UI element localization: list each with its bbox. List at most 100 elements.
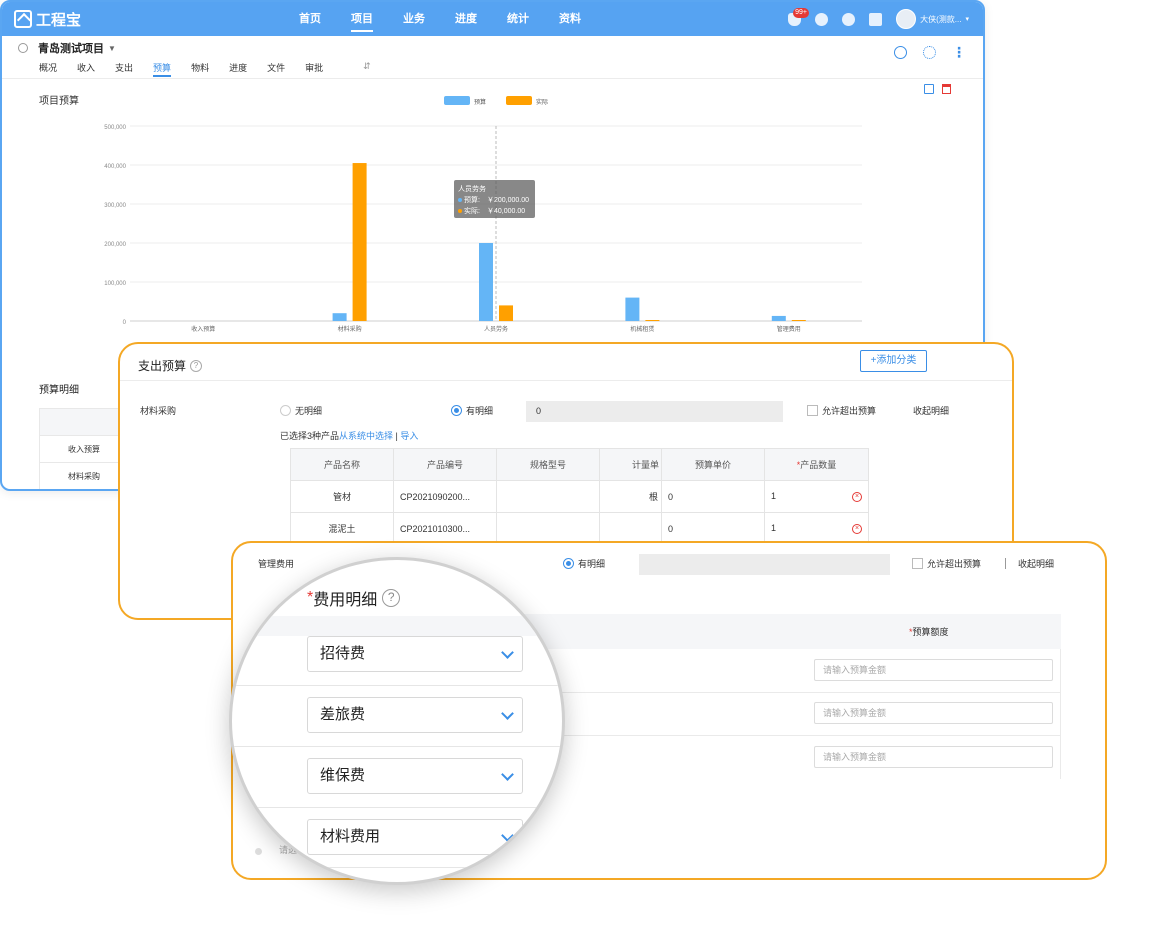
help-icon[interactable] [869,12,883,26]
col-product-name: 产品名称 [290,448,394,481]
bar-actual-3 [645,320,660,321]
cell-name: 混泥土 [290,512,394,545]
x-tick-label: 材料采购 [338,325,362,333]
question-icon[interactable]: ? [190,359,203,372]
chevron-down-icon[interactable]: ▼ [108,44,116,53]
nav-business[interactable]: 业务 [403,2,425,36]
tab-divider [2,78,983,79]
tab-overview[interactable]: 概况 [39,61,57,77]
chat-icon[interactable] [842,12,856,26]
allow-exceed-checkbox[interactable]: 允许超出预算 [912,557,981,570]
chevron-down-icon [501,829,514,842]
avatar [896,9,917,29]
legend-label: 预算 [474,98,486,106]
chevron-down-icon [501,768,514,781]
legend-swatch [506,96,532,105]
tooltip-label: 预算: [464,195,480,204]
bar-budget-4 [771,315,786,321]
chevron-down-icon: ▾ [965,16,969,23]
add-category-button[interactable]: +添加分类 [860,350,927,372]
cell-qty[interactable]: 1 × [764,480,869,513]
remove-icon[interactable]: × [852,524,862,534]
table-header [40,409,128,436]
separator: | [395,431,398,441]
table-border [1060,649,1061,779]
has-detail-label: 有明细 [466,406,494,416]
settings-icon[interactable] [923,46,936,59]
cell-price[interactable]: 0 [661,480,765,513]
tab-income[interactable]: 收入 [77,61,95,77]
y-tick-label: 100,000 [104,281,126,287]
nav-statistics[interactable]: 统计 [507,2,529,36]
nav-home[interactable]: 首页 [299,2,321,36]
nav-documents[interactable]: 资料 [559,2,581,36]
tooltip-label: 实际: [464,206,480,215]
user-menu[interactable]: 大侠(测款... ▾ [896,9,969,29]
nav-progress[interactable]: 进度 [455,2,477,36]
x-tick-label: 人员劳务 [484,325,508,333]
tooltip-title: 人员劳务 [458,184,486,193]
select-from-system-link[interactable]: 从系统中选择 [339,431,393,441]
has-detail-radio[interactable]: 有明细 [563,557,605,570]
cell-price[interactable]: 0 [661,512,765,545]
has-detail-radio[interactable]: 有明细 [451,404,493,417]
allow-exceed-label: 允许超出预算 [822,406,877,416]
fee-table-header [523,614,1061,649]
bell-icon[interactable]: 99+ [788,7,810,26]
budget-amount-input[interactable]: 请输入预算金额 [814,702,1053,724]
gear-icon[interactable] [815,12,829,26]
tooltip-dot [458,198,462,202]
project-title[interactable]: 青岛测试项目 [38,40,104,56]
row-divider [523,735,1061,736]
remove-icon[interactable]: × [852,492,862,502]
material-label: 材料采购 [140,406,177,416]
collapse-detail-link[interactable]: 收起明细 [913,404,949,417]
col-spec: 规格型号 [496,448,600,481]
chart-title: 项目预算 [39,94,79,107]
management-amount-field[interactable] [639,554,890,575]
material-amount-field[interactable]: 0 [526,401,783,422]
tab-approval[interactable]: 审批 [305,61,323,77]
back-icon[interactable] [18,43,28,53]
col-product-code: 产品编号 [393,448,497,481]
tab-progress[interactable]: 进度 [229,61,247,77]
tab-files[interactable]: 文件 [267,61,285,77]
tab-materials[interactable]: 物料 [191,61,209,77]
budget-amount-input[interactable]: 请输入预算金额 [814,746,1053,768]
divider [120,380,1012,381]
budget-amount-input[interactable]: 请输入预算金额 [814,659,1053,681]
col-quantity-label: 产品数量 [800,460,837,470]
budget-chart: 项目预算 0 100,000 200,000 300,000 400,000 500,00… [39,94,862,333]
nav-project[interactable]: 项目 [351,2,373,36]
tab-budget[interactable]: 预算 [153,61,172,77]
allow-exceed-checkbox[interactable]: 允许超出预算 [807,404,876,417]
fee-type-select[interactable]: 招待费 [307,636,523,672]
tooltip-dot [458,209,462,213]
fee-type-select[interactable]: 材料费用 [307,819,523,855]
legend-swatch [444,96,470,105]
selected-count: 已选择3种产品 [280,431,340,441]
bar-actual-2 [499,305,513,321]
sort-icon[interactable]: ⇵ [363,61,371,77]
no-detail-radio[interactable]: 无明细 [280,404,322,417]
col-unit: 计量单 [599,448,662,481]
question-icon[interactable]: ? [382,589,401,607]
magnifier-lens: * 费用明细 ? 招待费 差旅费 维保费 材料费用 [229,557,565,885]
fee-type-select[interactable]: 差旅费 [307,697,523,733]
select-value: 差旅费 [320,706,366,723]
allow-exceed-label: 允许超出预算 [927,559,982,569]
fee-type-select[interactable]: 维保费 [307,758,523,794]
y-tick-label: 200,000 [104,242,126,248]
notification-badge: 99+ [793,7,810,18]
user-name: 大侠(测款... [920,14,962,24]
more-vertical-icon[interactable]: ⋮ [952,45,966,59]
timeline-dot [255,848,262,855]
logo[interactable]: 工程宝 [14,8,81,30]
budget-detail-table: 收入预算 材料采购 [39,408,129,489]
info-icon[interactable] [894,46,907,59]
project-header-actions: ⋮ [894,45,966,59]
cell-qty[interactable]: 1 × [764,512,869,545]
import-link[interactable]: 导入 [400,431,418,441]
tab-expense[interactable]: 支出 [115,61,133,77]
collapse-detail-link[interactable]: 收起明细 [1018,557,1054,570]
